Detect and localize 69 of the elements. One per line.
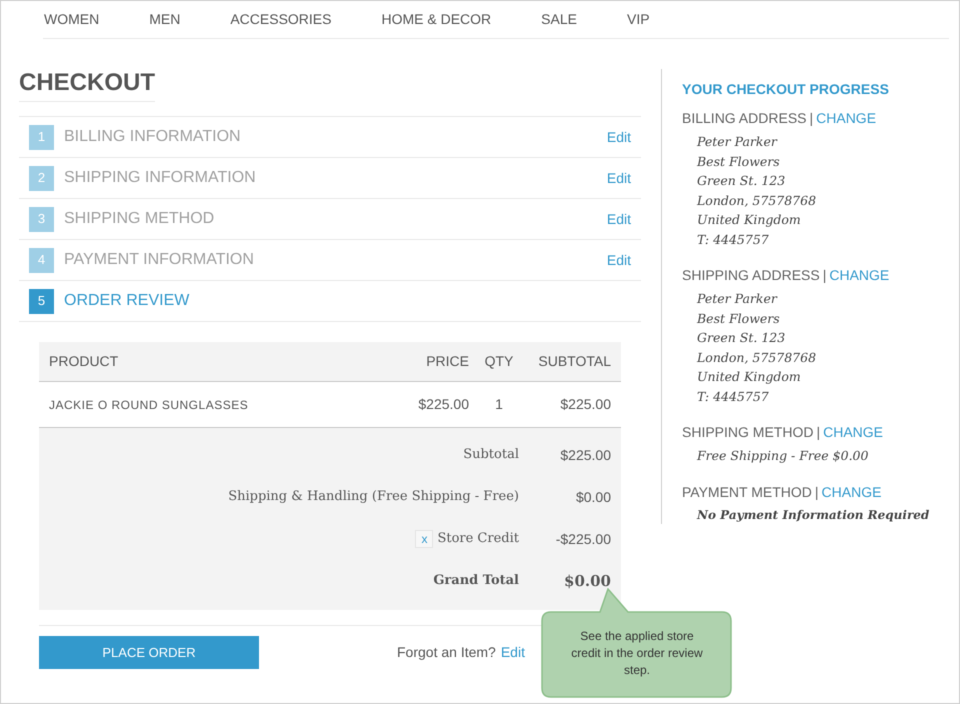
column-header: QTY — [484, 352, 514, 371]
address-line: Free Shipping - Free $0.00 — [697, 447, 870, 465]
step-title[interactable]: PAYMENT INFORMATION — [64, 248, 254, 272]
address-line: T: 4445757 — [697, 388, 770, 406]
table-cell-text: 1 — [494, 395, 504, 414]
remove-credit-button[interactable]: x — [415, 530, 434, 548]
total-value: $0.00 — [563, 570, 611, 592]
change-link[interactable]: CHANGE — [829, 265, 890, 286]
address-line: United Kingdom — [697, 211, 802, 229]
total-label: Store Credit — [437, 530, 519, 548]
edit-cart-link[interactable]: Edit — [500, 642, 525, 663]
step-number: 4 — [29, 248, 54, 272]
place-order-button[interactable]: PLACE ORDER — [39, 636, 259, 669]
section-heading: SHIPPING METHOD — [682, 423, 814, 442]
table-cell-text: $225.00 — [559, 395, 611, 414]
change-link[interactable]: CHANGE — [823, 422, 884, 443]
total-label: Grand Total — [433, 572, 519, 590]
page-title: CHECKOUT — [19, 69, 155, 102]
address-line: Best Flowers — [697, 152, 781, 170]
edit-link[interactable]: Edit — [606, 250, 631, 270]
total-value: $225.00 — [559, 446, 611, 464]
address-line: Peter Parker — [697, 133, 778, 151]
change-link[interactable]: CHANGE — [822, 482, 882, 502]
table-cell-text: JACKIE O ROUND SUNGLASSES — [49, 396, 250, 414]
callout-text: See the applied store credit in the order review step. — [570, 628, 704, 679]
total-label: Subtotal — [463, 446, 519, 464]
nav-link[interactable]: SALE — [541, 9, 577, 30]
table-cell-text: $225.00 — [417, 395, 469, 414]
forgot-item-text: Forgot an Item? — [397, 643, 496, 662]
change-link[interactable]: CHANGE — [816, 108, 876, 129]
edit-link[interactable]: Edit — [606, 208, 631, 230]
edit-link[interactable]: Edit — [606, 168, 631, 188]
address-line: London, 57578768 — [697, 348, 818, 366]
total-value: -$225.00 — [554, 530, 611, 548]
address-line: Peter Parker — [697, 290, 778, 308]
step-title[interactable]: BILLING INFORMATION — [64, 125, 241, 149]
step-title[interactable]: SHIPPING METHOD — [64, 207, 214, 231]
separator: | — [810, 109, 814, 128]
address-line: Green St. 123 — [697, 329, 786, 347]
section-heading: SHIPPING ADDRESS — [682, 266, 820, 285]
sidebar-title: YOUR CHECKOUT PROGRESS — [682, 80, 890, 99]
nav-link[interactable]: WOMEN — [44, 9, 100, 30]
total-label: Shipping & Handling (Free Shipping - Free) — [228, 488, 519, 506]
address-line: United Kingdom — [697, 368, 802, 386]
column-header: PRODUCT — [49, 352, 120, 371]
section-heading: PAYMENT METHOD — [682, 482, 812, 502]
address-line: Best Flowers — [697, 310, 781, 328]
step-title[interactable]: ORDER REVIEW — [64, 289, 190, 313]
nav-link[interactable]: VIP — [626, 9, 650, 30]
step-title[interactable]: SHIPPING INFORMATION — [64, 166, 256, 190]
separator: | — [816, 423, 820, 442]
column-header: SUBTOTAL — [537, 352, 611, 371]
step-number: 3 — [29, 206, 54, 232]
column-header: PRICE — [425, 352, 469, 371]
separator: | — [814, 482, 819, 502]
step-number: 5 — [29, 288, 54, 314]
edit-link[interactable]: Edit — [606, 126, 631, 148]
step-number: 2 — [29, 166, 54, 190]
section-heading: BILLING ADDRESS — [682, 109, 806, 128]
step-number: 1 — [29, 124, 54, 150]
total-value: $0.00 — [574, 488, 611, 506]
nav-link[interactable]: MEN — [149, 9, 180, 30]
address-line: No Payment Information Required — [697, 506, 930, 524]
nav-link[interactable]: ACCESSORIES — [230, 9, 332, 30]
separator: | — [822, 266, 826, 285]
address-line: Green St. 123 — [697, 172, 786, 190]
nav-link[interactable]: HOME & DECOR — [381, 9, 492, 30]
address-line: T: 4445757 — [697, 230, 770, 248]
address-line: London, 57578768 — [697, 192, 818, 210]
